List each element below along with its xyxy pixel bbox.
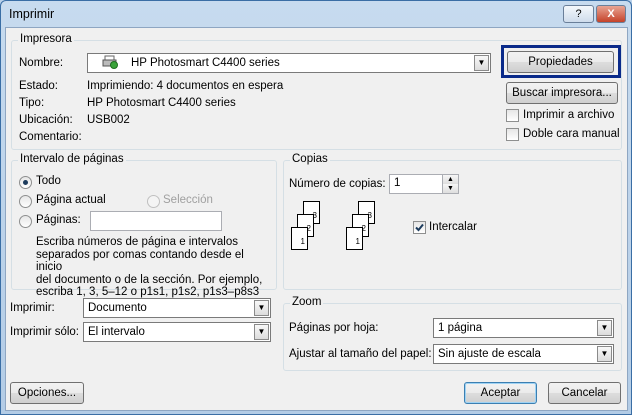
spin-up-icon[interactable]: ▲ — [442, 175, 458, 184]
collate-label: Intercalar — [429, 221, 477, 233]
spin-down-icon[interactable]: ▼ — [442, 184, 458, 193]
print-dialog: Imprimir ? X Impresora Nombre: HP Photos… — [0, 0, 632, 415]
range-pages-radio[interactable] — [19, 215, 32, 228]
page-range-group-label: Intervalo de páginas — [18, 153, 126, 165]
range-all-radio[interactable] — [19, 176, 32, 189]
checkmark-icon — [415, 223, 424, 232]
print-only-label: Imprimir sólo: — [10, 326, 80, 338]
scale-value: Sin ajuste de escala — [438, 348, 541, 360]
title-bar: Imprimir ? X — [1, 1, 631, 27]
page-icon: 1 — [291, 227, 308, 250]
printer-name-label: Nombre: — [19, 57, 64, 69]
printer-icon — [102, 55, 118, 69]
copies-count-value: 1 — [394, 177, 401, 189]
chevron-down-icon[interactable]: ▼ — [254, 300, 269, 316]
print-what-label: Imprimir: — [10, 302, 55, 314]
range-current-page-label: Página actual — [36, 194, 106, 206]
copies-group-label: Copias — [290, 153, 330, 165]
range-pages-label: Páginas: — [36, 214, 81, 226]
range-current-page-radio[interactable] — [19, 195, 32, 208]
zoom-group-label: Zoom — [290, 296, 324, 308]
copies-count-label: Número de copias: — [289, 178, 386, 190]
print-what-value: Documento — [88, 302, 147, 314]
pages-per-sheet-label: Páginas por hoja: — [289, 322, 379, 334]
properties-button[interactable]: Propiedades — [507, 51, 614, 73]
scale-select[interactable]: Sin ajuste de escala ▼ — [433, 344, 614, 364]
collate-stack-2: 3 2 1 — [346, 201, 396, 256]
status-value: Imprimiendo: 4 documentos en espera — [87, 80, 284, 92]
range-selection-label: Selección — [163, 194, 213, 206]
chevron-down-icon[interactable]: ▼ — [254, 324, 269, 340]
range-selection-radio[interactable] — [147, 195, 160, 208]
type-value: HP Photosmart C4400 series — [87, 97, 236, 109]
print-only-select[interactable]: El intervalo ▼ — [83, 322, 271, 342]
print-to-file-label: Imprimir a archivo — [523, 109, 615, 121]
pages-per-sheet-select[interactable]: 1 página ▼ — [433, 318, 614, 338]
dialog-body: Impresora Nombre: HP Photosmart C4400 se… — [5, 27, 628, 411]
pages-input[interactable] — [90, 211, 222, 231]
duplex-checkbox[interactable] — [506, 128, 519, 141]
print-only-value: El intervalo — [88, 326, 145, 338]
page-icon: 1 — [346, 227, 363, 250]
print-what-select[interactable]: Documento ▼ — [83, 298, 271, 318]
status-label: Estado: — [19, 80, 58, 92]
printer-name-value: HP Photosmart C4400 series — [131, 57, 280, 69]
help-line: del documento o de la sección. Por ejemp… — [36, 273, 263, 286]
close-button[interactable]: X — [596, 5, 626, 23]
chevron-down-icon[interactable]: ▼ — [597, 320, 612, 336]
print-to-file-checkbox[interactable] — [506, 109, 519, 122]
printer-group-label: Impresora — [18, 33, 74, 45]
ok-button[interactable]: Aceptar — [464, 382, 537, 404]
copies-count-input[interactable]: 1 ▲ ▼ — [389, 174, 459, 194]
chevron-down-icon[interactable]: ▼ — [597, 346, 612, 362]
pages-per-sheet-value: 1 página — [438, 322, 483, 334]
collate-checkbox[interactable] — [413, 221, 426, 234]
collate-stack-1: 3 2 1 — [291, 201, 341, 256]
help-line: separados por comas contando desde el in… — [36, 248, 244, 274]
cancel-button[interactable]: Cancelar — [548, 382, 621, 404]
window-title: Imprimir — [9, 7, 55, 21]
help-button[interactable]: ? — [563, 5, 594, 23]
location-value: USB002 — [87, 114, 130, 126]
find-printer-button[interactable]: Buscar impresora... — [506, 82, 618, 104]
chevron-down-icon[interactable]: ▼ — [474, 55, 489, 71]
comment-label: Comentario: — [19, 131, 82, 143]
duplex-label: Doble cara manual — [523, 128, 620, 140]
type-label: Tipo: — [19, 97, 45, 109]
page-range-help: Escriba números de página e intervalos s… — [36, 236, 271, 299]
printer-name-select[interactable]: HP Photosmart C4400 series ▼ — [87, 53, 491, 73]
range-all-label: Todo — [36, 175, 61, 187]
options-button[interactable]: Opciones... — [10, 382, 84, 404]
scale-label: Ajustar al tamaño del papel: — [289, 348, 432, 360]
help-line: Escriba números de página e intervalos — [36, 236, 239, 248]
location-label: Ubicación: — [19, 114, 73, 126]
